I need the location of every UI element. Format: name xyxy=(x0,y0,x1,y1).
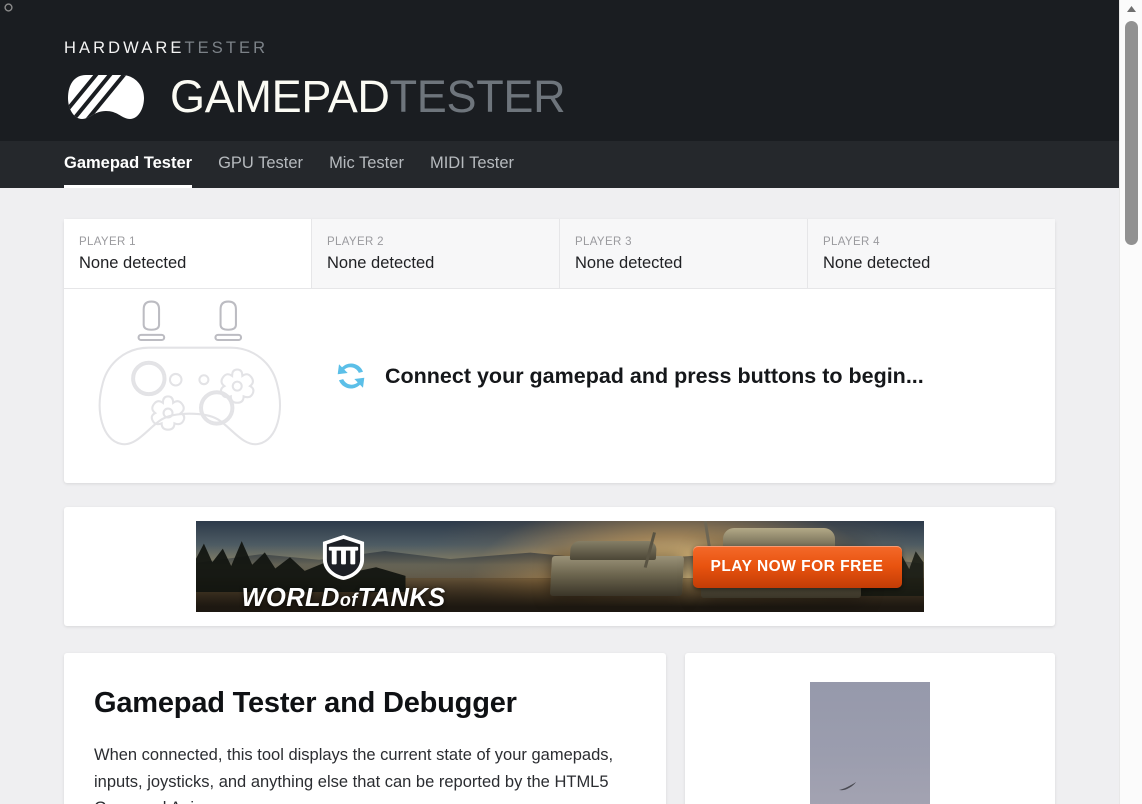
world-of-tanks-banner[interactable]: WORLDofTANKS PLAY NOW FOR FREE xyxy=(195,521,924,612)
player-slot-strip: PLAYER 1 None detected PLAYER 2 None det… xyxy=(64,219,1055,289)
wot-word-of: of xyxy=(339,590,358,610)
browser-viewport: HARDWARETESTER GAMEPADTESTER Gamepad Tes… xyxy=(0,0,1142,804)
play-now-button[interactable]: PLAY NOW FOR FREE xyxy=(692,545,902,588)
player-slot-1[interactable]: PLAYER 1 None detected xyxy=(64,219,311,288)
player-slot-4[interactable]: PLAYER 4 None detected xyxy=(807,219,1055,288)
brand-tagline-primary: HARDWARE xyxy=(64,39,185,57)
page-root: HARDWARETESTER GAMEPADTESTER Gamepad Tes… xyxy=(0,0,1119,804)
wot-word-world: WORLD xyxy=(241,584,340,612)
page-title-secondary: TESTER xyxy=(389,71,566,122)
sync-refresh-icon xyxy=(337,363,365,389)
brand-tagline: HARDWARETESTER xyxy=(64,0,1119,57)
side-media-panel xyxy=(685,653,1055,804)
player-slot-status: None detected xyxy=(823,253,931,272)
site-header: HARDWARETESTER GAMEPADTESTER xyxy=(0,0,1119,141)
banner-tank-left xyxy=(549,556,684,596)
page-title: GAMEPADTESTER xyxy=(170,71,566,122)
article-panel: Gamepad Tester and Debugger When connect… xyxy=(64,653,666,804)
player-slot-status: None detected xyxy=(575,253,683,272)
connect-prompt: Connect your gamepad and press buttons t… xyxy=(334,359,924,393)
tab-label: GPU Tester xyxy=(218,154,304,172)
player-slot-label: PLAYER 2 xyxy=(327,236,384,248)
player-slot-status: None detected xyxy=(79,253,187,272)
article-title: Gamepad Tester and Debugger xyxy=(94,687,517,719)
wot-word-tanks: TANKS xyxy=(357,584,446,612)
player-slot-status: None detected xyxy=(327,253,435,272)
player-slot-label: PLAYER 3 xyxy=(575,236,632,248)
bird-in-sky-photo xyxy=(810,682,930,804)
tab-gamepad-tester[interactable]: Gamepad Tester xyxy=(64,141,193,188)
chevron-up-icon xyxy=(1126,6,1136,12)
main-content: PLAYER 1 None detected PLAYER 2 None det… xyxy=(0,219,1119,804)
article-body: When connected, this tool displays the c… xyxy=(94,746,614,804)
gamepad-panel: PLAYER 1 None detected PLAYER 2 None det… xyxy=(64,219,1055,483)
bottom-section: Gamepad Tester and Debugger When connect… xyxy=(64,653,1055,804)
world-of-tanks-logo: WORLDofTANKS xyxy=(242,534,446,612)
player-slot-label: PLAYER 4 xyxy=(823,236,880,248)
page-scrollbar[interactable] xyxy=(1119,0,1142,804)
tab-label: MIDI Tester xyxy=(429,154,514,172)
tab-mic-tester[interactable]: Mic Tester xyxy=(329,141,404,188)
page-title-primary: GAMEPAD xyxy=(170,71,390,122)
connect-prompt-text: Connect your gamepad and press buttons t… xyxy=(385,363,924,388)
connect-prompt-area: Connect your gamepad and press buttons t… xyxy=(64,289,1055,483)
tab-midi-tester[interactable]: MIDI Tester xyxy=(430,141,514,188)
bird-silhouette-icon xyxy=(839,782,856,791)
tab-gpu-tester[interactable]: GPU Tester xyxy=(218,141,303,188)
scrollbar-up-arrow[interactable] xyxy=(1120,0,1142,18)
gamepad-outline-illustration xyxy=(98,300,281,446)
wot-wordmark: WORLDofTANKS xyxy=(242,584,446,612)
brand-lockup[interactable]: GAMEPADTESTER xyxy=(64,71,1119,123)
advertisement-panel: WORLDofTANKS PLAY NOW FOR FREE xyxy=(64,507,1055,626)
gamepad-icon xyxy=(68,74,144,119)
player-slot-3[interactable]: PLAYER 3 None detected xyxy=(559,219,807,288)
scrollbar-thumb[interactable] xyxy=(1125,21,1138,245)
player-slot-label: PLAYER 1 xyxy=(79,236,136,248)
player-slot-2[interactable]: PLAYER 2 None detected xyxy=(311,219,559,288)
tab-label: Mic Tester xyxy=(329,154,404,172)
brand-tagline-secondary: TESTER xyxy=(184,39,269,57)
wot-shield-icon xyxy=(322,534,365,581)
main-nav: Gamepad Tester GPU Tester Mic Tester MID… xyxy=(0,141,1119,188)
tab-label: Gamepad Tester xyxy=(64,154,193,172)
